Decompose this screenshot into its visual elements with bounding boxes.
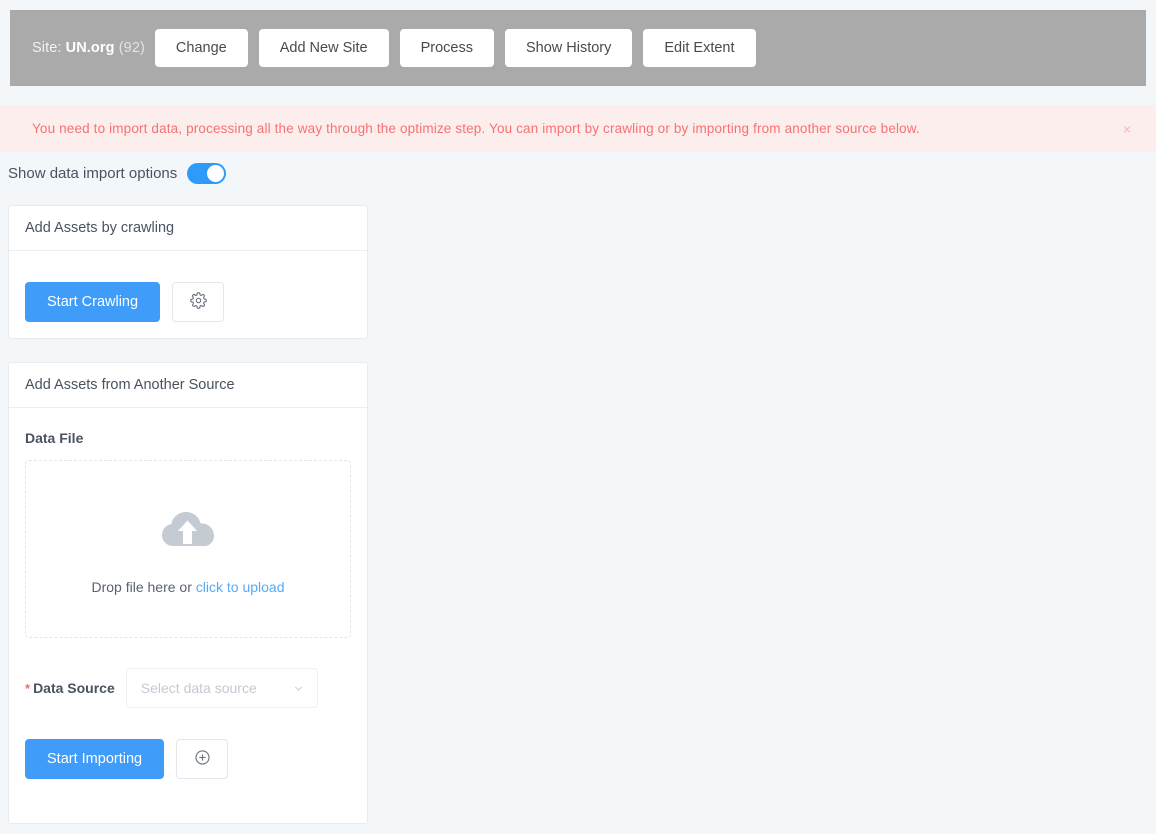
required-marker: * [25,681,31,697]
plus-circle-icon [194,749,211,769]
show-import-options-label: Show data import options [8,165,178,182]
add-source-button[interactable] [176,739,229,779]
site-label-prefix: Site: [32,40,66,56]
cloud-upload-icon [158,504,218,557]
alert-message: You need to import data, processing all … [32,121,920,136]
crawl-card-header: Add Assets by crawling [9,206,367,251]
show-import-options-toggle[interactable] [187,163,227,184]
data-source-row: * Data Source Select data source [25,668,351,708]
source-actions: Start Importing [25,739,351,779]
site-toolbar: Site: UN.org (92) Change Add New Site Pr… [10,10,1146,86]
import-warning-alert: You need to import data, processing all … [0,105,1156,152]
data-source-select[interactable]: Select data source [125,668,318,708]
crawl-actions: Start Crawling [25,282,351,322]
chevron-down-icon [292,682,305,695]
site-label: Site: UN.org (92) [32,40,145,56]
data-source-label-text: Data Source [33,679,115,696]
data-source-placeholder: Select data source [140,680,257,696]
gear-icon [189,292,207,312]
add-new-site-button[interactable]: Add New Site [258,29,389,67]
close-icon[interactable]: × [1120,122,1134,136]
add-assets-from-another-source-card: Add Assets from Another Source Data File… [8,362,368,824]
crawl-card-title: Add Assets by crawling [25,220,175,236]
process-button[interactable]: Process [399,29,494,67]
start-importing-button[interactable]: Start Importing [25,739,165,779]
dropzone-text: Drop file here or [91,578,196,595]
source-card-header: Add Assets from Another Source [9,363,367,408]
click-to-upload-link[interactable]: click to upload [196,579,285,595]
crawl-settings-button[interactable] [172,282,225,322]
site-count: (92) [114,40,145,56]
show-history-button[interactable]: Show History [504,29,633,67]
data-source-label: * Data Source [25,680,115,697]
edit-extent-button[interactable]: Edit Extent [643,29,756,67]
start-crawling-button[interactable]: Start Crawling [25,282,161,322]
change-site-button[interactable]: Change [154,29,248,67]
site-name: UN.org [65,40,115,56]
source-card-body: Data File Drop file here or click to upl… [9,408,367,795]
data-file-label: Data File [25,430,84,446]
add-assets-by-crawling-card: Add Assets by crawling Start Crawling [8,205,368,339]
crawl-card-body: Start Crawling [9,251,367,338]
toggle-knob [207,165,225,182]
file-dropzone[interactable]: Drop file here or click to upload [25,460,351,638]
show-import-options-row: Show data import options [8,163,227,184]
dropzone-caption: Drop file here or click to upload [92,579,285,595]
source-card-title: Add Assets from Another Source [25,377,235,393]
